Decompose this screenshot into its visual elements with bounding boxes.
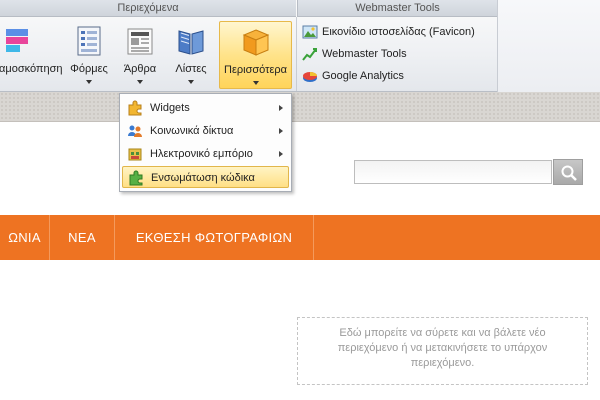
lists-button[interactable]: Λίστες (166, 21, 216, 89)
chevron-right-icon (279, 105, 283, 111)
page-top-strip (0, 92, 600, 122)
more-dropdown-menu: Widgets Κοινωνικά δίκτυα Ηλεκτρονικό εμπ… (119, 93, 292, 192)
nav-divider (313, 215, 314, 260)
article-icon (127, 28, 153, 55)
webmaster-tools-list: Εικονίδιο ιστοσελίδας (Favicon) Webmaste… (302, 22, 475, 88)
main-nav: ΩΝΙΑ ΝΕΑ ΕΚΘΕΣΗ ΦΩΤΟΓΡΑΦΙΩΝ (0, 215, 600, 260)
search-input[interactable] (354, 160, 552, 184)
chevron-down-icon (137, 80, 143, 84)
chevron-down-icon (252, 81, 259, 85)
more-label: Περισσότερα (224, 64, 287, 76)
nav-item-photo-exhibition[interactable]: ΕΚΘΕΣΗ ΦΩΤΟΓΡΑΦΙΩΝ (115, 215, 313, 260)
nav-item-news[interactable]: ΝΕΑ (50, 215, 114, 260)
drop-zone[interactable]: Εδώ μπορείτε να σύρετε και να βάλετε νέο… (297, 317, 588, 385)
webmaster-tools-item[interactable]: Webmaster Tools (302, 44, 475, 66)
shop-icon (128, 148, 142, 161)
group-title-webmaster: Webmaster Tools (297, 0, 497, 17)
ribbon-toolbar: Περιεχόμενα Webmaster Tools αμοσκόπηση Φ… (0, 0, 600, 92)
chevron-right-icon (279, 128, 283, 134)
menu-item-label: Κοινωνικά δίκτυα (150, 125, 234, 137)
google-analytics-item[interactable]: Google Analytics (302, 66, 475, 88)
menu-item-social-networks[interactable]: Κοινωνικά δίκτυα (122, 120, 289, 142)
more-button[interactable]: Περισσότερα (219, 21, 292, 89)
articles-label: Άρθρα (123, 63, 157, 75)
favicon-label: Εικονίδιο ιστοσελίδας (Favicon) (322, 26, 475, 38)
webmaster-tools-label: Webmaster Tools (322, 48, 407, 60)
book-icon (178, 30, 204, 55)
search-icon (561, 165, 577, 181)
preview-label: αμοσκόπηση (0, 63, 63, 75)
menu-item-widgets[interactable]: Widgets (122, 97, 289, 119)
favicon-item[interactable]: Εικονίδιο ιστοσελίδας (Favicon) (302, 22, 475, 44)
ribbon-empty-area (498, 0, 600, 92)
lists-label: Λίστες (175, 63, 207, 75)
menu-item-label: Ηλεκτρονικό εμπόριο (150, 148, 253, 160)
group-title-content: Περιεχόμενα (0, 0, 296, 17)
preview-icon (6, 29, 28, 52)
forms-button[interactable]: Φόρμες (64, 21, 114, 89)
chevron-down-icon (86, 80, 92, 84)
nav-item-gonia[interactable]: ΩΝΙΑ (0, 215, 49, 260)
chevron-right-icon (279, 151, 283, 157)
embed-code-icon (129, 170, 143, 186)
menu-item-ecommerce[interactable]: Ηλεκτρονικό εμπόριο (122, 143, 289, 165)
google-analytics-label: Google Analytics (322, 70, 404, 82)
forms-label: Φόρμες (70, 63, 108, 75)
people-icon (128, 125, 142, 137)
preview-button[interactable]: αμοσκόπηση (0, 21, 63, 89)
drop-zone-text: Εδώ μπορείτε να σύρετε και να βάλετε νέο… (337, 327, 548, 369)
menu-item-label: Widgets (150, 102, 190, 114)
chart-trend-icon (302, 48, 317, 61)
analytics-pie-icon (303, 72, 317, 82)
box-icon (242, 29, 269, 56)
form-icon (77, 26, 101, 56)
menu-item-label: Ενσωμάτωση κώδικα (151, 172, 255, 184)
puzzle-icon (128, 100, 142, 116)
articles-button[interactable]: Άρθρα (116, 21, 164, 89)
menu-item-embed-code[interactable]: Ενσωμάτωση κώδικα (122, 166, 289, 188)
search-button[interactable] (553, 159, 583, 185)
group-divider (296, 17, 297, 91)
favicon-image-icon (302, 25, 318, 39)
chevron-down-icon (188, 80, 194, 84)
